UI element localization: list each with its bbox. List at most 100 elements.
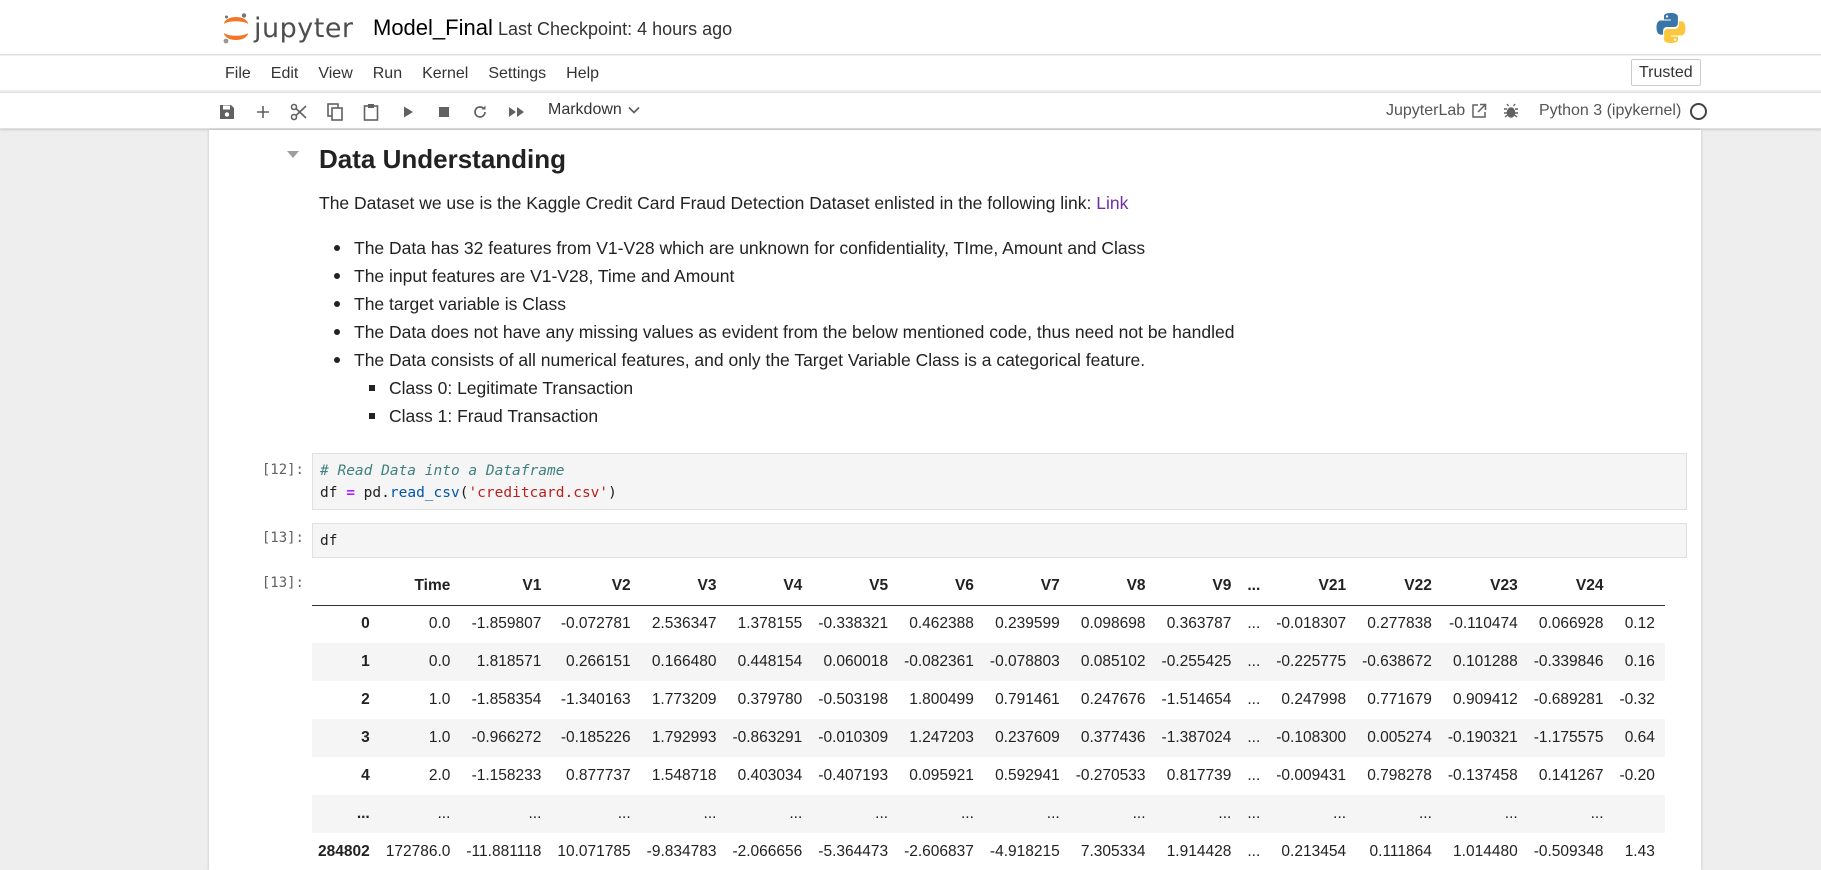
table-cell: 172786.0 [385,843,451,860]
jupyter-logo-icon [223,13,248,44]
table-row: 0 0.0 -1.859807 -0.072781 2.536347 1.378155 -0… [312,605,1665,643]
table-cell: 0.005274 [1367,729,1432,746]
interrupt-kernel-button[interactable] [433,101,455,123]
restart-kernel-button[interactable] [469,101,491,123]
table-cell: ... [1504,805,1518,822]
logo-text: jupyter [254,12,354,44]
cell-type-dropdown[interactable]: Markdown [548,101,640,119]
dataframe-output[interactable]: Time V1 V2 V3 V4 V5 V6 V7 V8 V9... V21 V22 V23 V24 00… [312,567,1687,870]
table-cell: 0.377436 [1080,729,1146,746]
table-cell: 0.379780 [737,691,803,708]
save-button[interactable] [216,101,238,123]
table-cell: ... [789,805,803,822]
kernel-name-label: Python 3 (ipykernel) [1539,102,1682,119]
code-cell-read-data[interactable]: # Read Data into a Dataframe df = pd.rea… [312,453,1687,510]
menu-view[interactable]: View [308,61,362,87]
jupyter-logo[interactable]: jupyter [222,10,362,46]
table-cell: ... [1132,805,1146,822]
table-cell: ... [1333,805,1347,822]
table-cell: -0.270533 [1075,767,1146,784]
table-cell: -0.638672 [1362,653,1432,670]
table-cell: 0.101288 [1453,653,1518,670]
jupyterlab-link[interactable]: JupyterLab [1386,102,1487,120]
table-cell: 0.098698 [1080,615,1146,633]
table-cell: ... [703,805,717,822]
cut-button[interactable] [288,101,310,123]
code-object: pd. [363,485,390,501]
menu-edit[interactable]: Edit [261,61,309,87]
table-cell: ... [437,805,451,822]
collapse-heading-icon[interactable] [285,150,301,160]
table-cell: -0.225775 [1276,653,1347,670]
table-cell: 0.403034 [737,767,803,784]
row-index: 1 [361,653,370,670]
table-cell: -0.20 [1619,767,1655,784]
markdown-bullet-list: The Data has 32 features from V1-V28 whi… [319,234,1234,430]
markdown-intro: The Dataset we use is the Kaggle Credit … [319,193,1128,214]
table-cell: -2.066656 [732,843,803,860]
dataframe-table: Time V1 V2 V3 V4 V5 V6 V7 V8 V9... V21 V22 V23 V24 00… [312,567,1665,870]
menu-run[interactable]: Run [363,61,412,87]
table-cell: ... [1247,615,1261,633]
table-cell: 0.237609 [995,729,1060,746]
header-bar: jupyter Model_Final Last Checkpoint: 4 h… [0,0,1821,55]
table-cell: 1.792993 [651,729,717,746]
table-row: 1 0.0 1.818571 0.266151 0.166480 0.448154 0.06… [312,643,1665,681]
table-cell: ... [1590,805,1604,822]
menu-help[interactable]: Help [556,61,609,87]
bullet-item: The Data consists of all numerical featu… [319,346,1234,374]
table-cell: 7.305334 [1080,843,1146,860]
cell-type-value: Markdown [548,101,622,118]
restart-run-all-button[interactable] [506,101,528,123]
table-cell: -1.859807 [471,615,542,633]
table-row: 3 1.0 -0.966272 -0.185226 1.792993 -0.863291-… [312,719,1665,757]
code-function: read_csv [389,485,460,501]
table-cell: -1.514654 [1161,691,1232,708]
code-paren: ) [608,485,617,501]
table-cell: -0.32 [1619,691,1655,708]
dataset-link[interactable]: Link [1096,193,1128,213]
table-cell: -0.190321 [1447,729,1518,746]
table-cell: 0.791461 [995,691,1060,708]
table-cell: 1.773209 [651,691,717,708]
menu-settings[interactable]: Settings [478,61,556,87]
table-cell: 0.277838 [1367,615,1432,633]
table-cell: -0.185226 [560,729,631,746]
notebook-toolbar: Markdown JupyterLab Python 3 (ipykernel) [0,92,1821,129]
table-cell: -0.010309 [818,729,889,746]
bug-icon[interactable] [1503,103,1519,119]
add-cell-button[interactable] [252,101,274,123]
output-prompt: [13]: [261,575,304,591]
menu-kernel[interactable]: Kernel [412,61,478,87]
trusted-indicator[interactable]: Trusted [1631,59,1701,86]
table-cell: -0.407193 [818,767,889,784]
column-header: V5 [812,567,899,606]
notebook-title[interactable]: Model_Final [373,15,493,41]
table-cell: 1.818571 [476,653,542,670]
table-cell: -0.966272 [471,729,542,746]
column-header: V3 [640,567,727,606]
plus-icon [257,106,269,118]
table-cell: ... [1247,767,1261,784]
code-line: df = pd.read_csv('creditcard.csv') [320,482,1679,504]
copy-button[interactable] [324,101,346,123]
table-cell: -0.137458 [1447,767,1518,784]
menu-items: File Edit View Run Kernel Settings Help [215,61,609,87]
code-cell-display-df[interactable]: df [312,523,1687,558]
table-cell: -4.918215 [989,843,1060,860]
table-cell: 1.014480 [1453,843,1518,860]
run-cell-button[interactable] [397,101,419,123]
notebook-panel[interactable]: Data Understanding The Dataset we use is… [209,130,1701,870]
column-header: V24 [1527,567,1614,606]
column-header [312,567,380,606]
column-header: V23 [1441,567,1528,606]
table-cell: -0.110474 [1449,615,1518,633]
table-cell: 0.363787 [1166,615,1232,633]
kernel-indicator[interactable]: Python 3 (ipykernel) [1539,102,1708,120]
paste-button[interactable] [360,101,382,123]
table-cell: 0.095921 [909,767,974,784]
column-header: V8 [1069,567,1156,606]
last-checkpoint: Last Checkpoint: 4 hours ago [498,19,733,39]
cell-prompt: [13]: [261,530,304,546]
menu-file[interactable]: File [215,61,261,87]
